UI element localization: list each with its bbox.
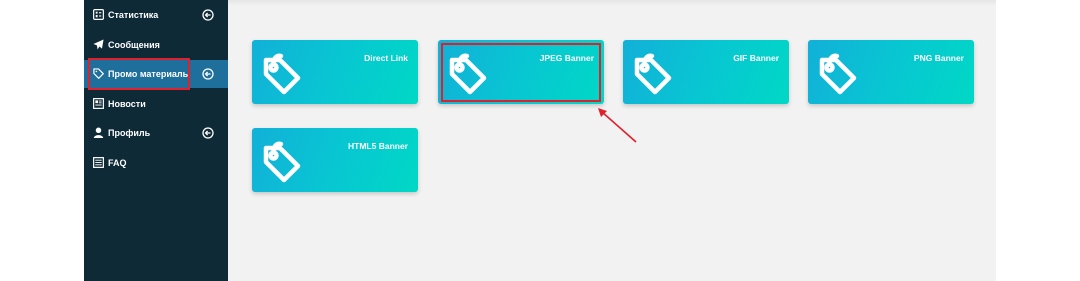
sidebar-item-statistics[interactable]: Статистика (84, 1, 228, 29)
promo-card-gif-banner[interactable]: GIF Banner (623, 40, 789, 104)
circle-arrow-left-icon[interactable] (202, 9, 214, 21)
top-shadow-bar (228, 0, 996, 6)
sidebar-item-label: Новости (108, 99, 146, 109)
promo-card-html5-banner[interactable]: HTML5 Banner (252, 128, 418, 192)
sidebar-item-messages[interactable]: Сообщения (84, 31, 228, 59)
sidebar-item-label: Профиль (108, 128, 151, 138)
promo-card-png-banner[interactable]: PNG Banner (808, 40, 974, 104)
sidebar-item-label: Сообщения (108, 40, 160, 50)
card-title: GIF Banner (733, 53, 779, 63)
chart-icon (93, 9, 104, 20)
list-icon (93, 157, 104, 168)
screen: Статистика Сообщения Промо материалы Нов… (0, 0, 1080, 281)
tag-icon (263, 53, 301, 95)
tag-icon (634, 53, 672, 95)
user-icon (93, 127, 104, 138)
card-title: PNG Banner (913, 53, 964, 63)
paper-plane-icon (93, 39, 104, 50)
highlight-box-card (441, 43, 601, 102)
sidebar-item-faq[interactable]: FAQ (84, 149, 228, 177)
promo-card-direct-link[interactable]: Direct Link (252, 40, 418, 104)
card-title: HTML5 Banner (348, 141, 408, 151)
tag-icon (819, 53, 857, 95)
tag-icon (263, 141, 301, 183)
annotation-arrow (598, 108, 637, 143)
sidebar-item-profile[interactable]: Профиль (84, 119, 228, 147)
circle-arrow-left-icon[interactable] (202, 68, 214, 80)
circle-arrow-left-icon[interactable] (202, 127, 214, 139)
sidebar-item-news[interactable]: Новости (84, 90, 228, 118)
sidebar-item-label: Статистика (108, 10, 159, 20)
card-title: Direct Link (364, 53, 408, 63)
newspaper-icon (93, 98, 104, 109)
sidebar-item-label: FAQ (108, 158, 127, 168)
sidebar: Статистика Сообщения Промо материалы Нов… (84, 0, 228, 281)
highlight-box-sidebar (88, 58, 190, 90)
